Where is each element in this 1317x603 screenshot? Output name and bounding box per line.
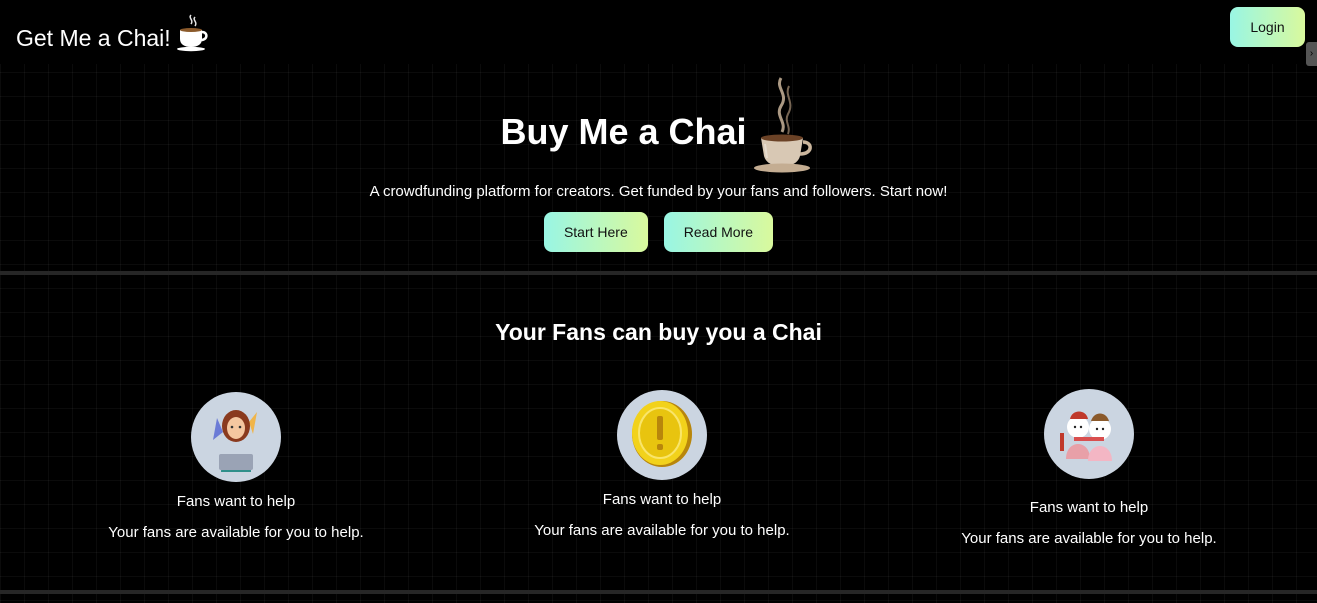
hero-title: Buy Me a Chai	[500, 111, 747, 152]
feature-card: Fans want to help Your fans are availabl…	[939, 389, 1239, 547]
features-heading: Your Fans can buy you a Chai	[495, 319, 822, 345]
brand-name: Get Me a Chai!	[16, 25, 171, 51]
login-button[interactable]: Login	[1230, 7, 1305, 47]
feature-title: Fans want to help	[602, 491, 722, 508]
coffee-cup-icon	[176, 14, 208, 52]
steaming-tea-cup-icon	[753, 77, 812, 173]
hero-buttons: Start Here Read More	[0, 212, 1317, 252]
group-of-friends-illustration	[1044, 389, 1134, 479]
start-here-button[interactable]: Start Here	[543, 212, 648, 252]
side-panel-toggle[interactable]: ›	[1306, 42, 1317, 66]
gold-coin-illustration	[617, 390, 707, 480]
navbar: Get Me a Chai! Login	[0, 0, 1317, 64]
feature-description: Your fans are available for you to help.	[108, 524, 364, 541]
feature-title: Fans want to help	[176, 493, 296, 510]
creator-woman-illustration	[191, 392, 281, 482]
feature-card: Fans want to help Your fans are availabl…	[512, 390, 812, 539]
read-more-button[interactable]: Read More	[663, 212, 774, 252]
hero-tagline: A crowdfunding platform for creators. Ge…	[369, 183, 948, 200]
feature-title: Fans want to help	[1029, 499, 1149, 516]
section-divider	[0, 590, 1317, 594]
brand[interactable]: Get Me a Chai!	[16, 12, 209, 52]
feature-card: Fans want to help Your fans are availabl…	[86, 392, 386, 541]
hero-title-row: Buy Me a Chai	[0, 72, 1317, 174]
feature-description: Your fans are available for you to help.	[534, 522, 790, 539]
section-divider	[0, 271, 1317, 275]
feature-description: Your fans are available for you to help.	[961, 530, 1217, 547]
hero-section: Buy Me a Chai A crowdfunding platform fo…	[0, 64, 1317, 272]
